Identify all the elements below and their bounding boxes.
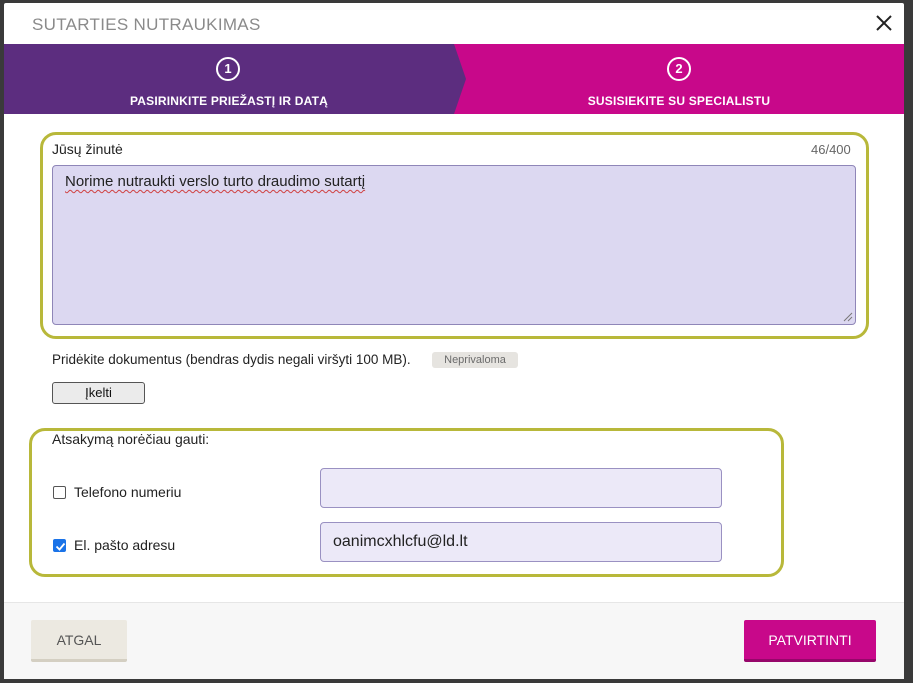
- confirm-button[interactable]: PATVIRTINTI: [744, 620, 876, 662]
- email-input[interactable]: oanimcxhlcfu@ld.lt: [320, 522, 722, 562]
- phone-input[interactable]: [320, 468, 722, 508]
- email-checkbox[interactable]: [53, 539, 66, 552]
- step-1-number: 1: [216, 57, 240, 81]
- attachments-label: Pridėkite dokumentus (bendras dydis nega…: [52, 352, 411, 367]
- dialog-title: SUTARTIES NUTRAUKIMAS: [32, 15, 261, 34]
- reply-heading: Atsakymą norėčiau gauti:: [52, 431, 210, 447]
- stepper: 1 PASIRINKITE PRIEŽASTĮ IR DATĄ 2 SUSISI…: [4, 44, 904, 114]
- email-label: El. pašto adresu: [74, 537, 176, 553]
- phone-checkbox[interactable]: [53, 486, 66, 499]
- phone-label: Telefono numeriu: [74, 484, 182, 500]
- step-2-number: 2: [667, 57, 691, 81]
- message-label: Jūsų žinutė: [52, 141, 123, 157]
- close-icon[interactable]: [872, 11, 896, 35]
- checkmark-icon: [55, 542, 66, 551]
- upload-button[interactable]: Įkelti: [52, 382, 145, 404]
- resize-grip-icon: [843, 312, 853, 322]
- message-text: Norime nutraukti verslo turto draudimo s…: [65, 173, 366, 190]
- step-1-label: PASIRINKITE PRIEŽASTĮ IR DATĄ: [129, 94, 329, 108]
- back-button[interactable]: ATGAL: [31, 620, 127, 662]
- step-2-label: SUSISIEKITE SU SPECIALISTU: [587, 94, 771, 108]
- message-counter: 46/400: [811, 142, 851, 157]
- dialog-header: SUTARTIES NUTRAUKIMAS: [4, 3, 904, 44]
- message-textarea[interactable]: Norime nutraukti verslo turto draudimo s…: [52, 165, 856, 325]
- optional-badge: Neprivaloma: [432, 352, 518, 368]
- contract-termination-dialog: SUTARTIES NUTRAUKIMAS 1 PASIRINKITE PRIE…: [4, 3, 904, 679]
